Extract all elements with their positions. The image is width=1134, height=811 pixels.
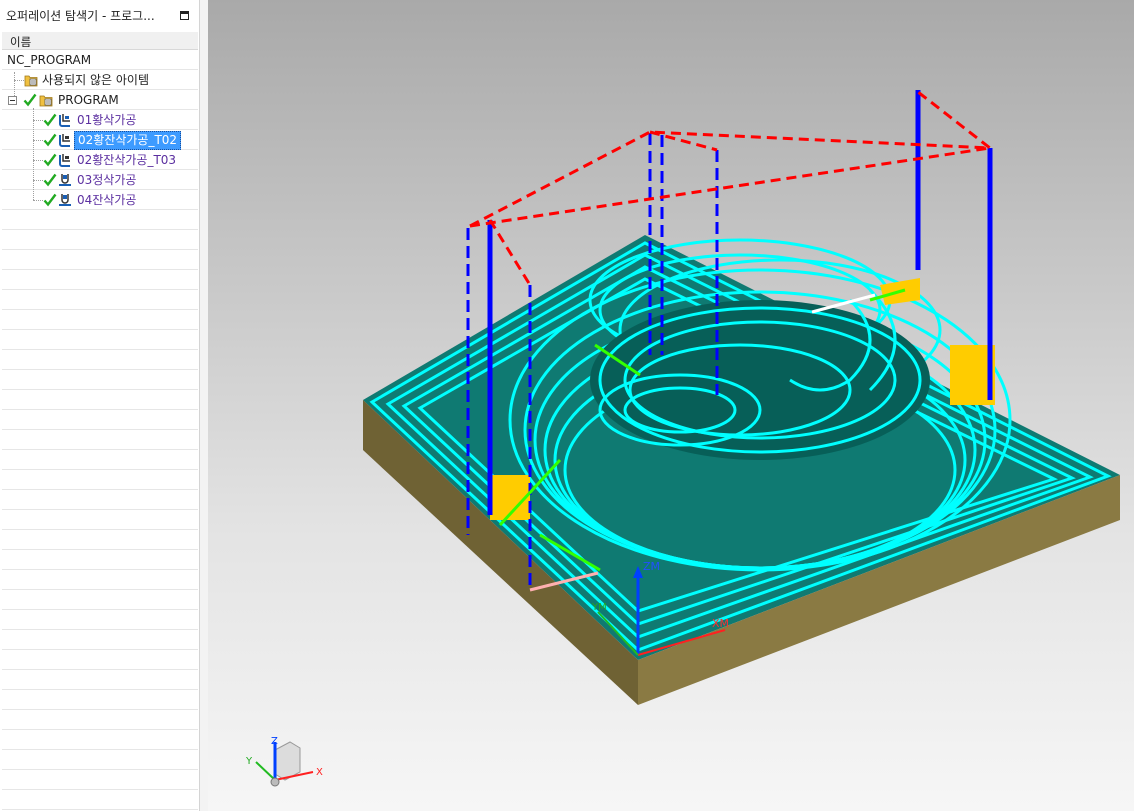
tree-item-operation-selected[interactable]: 02황잔삭가공_T02 [2, 130, 198, 150]
finish-mill-icon [59, 174, 71, 186]
wcs-x-label: XM [712, 617, 729, 630]
triad-y-label: Y [245, 756, 253, 767]
rest-mill-icon [59, 134, 70, 147]
collapse-icon[interactable] [8, 96, 17, 105]
check-icon [43, 153, 57, 167]
maximize-icon[interactable] [180, 11, 189, 20]
tree-root-nc-program[interactable]: NC_PROGRAM [2, 50, 198, 70]
rest-mill-icon [59, 154, 70, 167]
wcs-y-label: YM [591, 602, 607, 613]
tree-root-label: NC_PROGRAM [7, 53, 92, 67]
tree-item-operation-label: 02황잔삭가공_T03 [77, 153, 177, 167]
tree-item-unused[interactable]: 사용되지 않은 아이템 [2, 70, 198, 90]
tree-item-operation-label: 04잔삭가공 [77, 193, 137, 207]
triad-z-label: Z [271, 736, 278, 747]
view-triad [255, 741, 314, 787]
panel-splitter[interactable] [200, 0, 208, 811]
operation-navigator-panel: 오퍼레이션 탐색기 - 프로그... 이름 NC_PROGRAM 사용되지 않은… [0, 0, 200, 811]
panel-title: 오퍼레이션 탐색기 - 프로그... [6, 9, 155, 23]
tree-item-program-label: PROGRAM [58, 93, 119, 107]
finish-mill-icon [59, 194, 71, 206]
wcs-z-label: ZM [643, 560, 660, 573]
folder-program-icon [39, 95, 53, 107]
check-icon [43, 193, 57, 207]
tree-item-operation[interactable]: 03정삭가공 [2, 170, 198, 190]
tree-item-operation[interactable]: 04잔삭가공 [2, 190, 198, 210]
graphics-viewport[interactable]: ZM XM YM Z X Y [208, 0, 1134, 811]
check-icon [43, 133, 57, 147]
tree-item-operation[interactable]: 01황삭가공 [2, 110, 198, 130]
toolpath-display: ZM XM YM Z X Y [245, 90, 1120, 787]
cavity-mill-icon [59, 114, 70, 127]
tree-item-operation-label: 02황잔삭가공_T02 [74, 131, 182, 150]
folder-program-icon [24, 75, 38, 87]
tree-item-operation-label: 01황삭가공 [77, 113, 137, 127]
operation-tree: NC_PROGRAM 사용되지 않은 아이템 PROGRAM 01황삭가공 02… [2, 50, 198, 811]
tree-item-operation[interactable]: 02황잔삭가공_T03 [2, 150, 198, 170]
check-icon [43, 113, 57, 127]
tree-item-operation-label: 03정삭가공 [77, 173, 137, 187]
column-header-name[interactable]: 이름 [2, 32, 198, 50]
tree-item-program[interactable]: PROGRAM [2, 90, 198, 110]
check-icon [23, 93, 37, 107]
triad-x-label: X [316, 767, 323, 778]
tree-item-unused-label: 사용되지 않은 아이템 [42, 73, 149, 87]
check-icon [43, 173, 57, 187]
